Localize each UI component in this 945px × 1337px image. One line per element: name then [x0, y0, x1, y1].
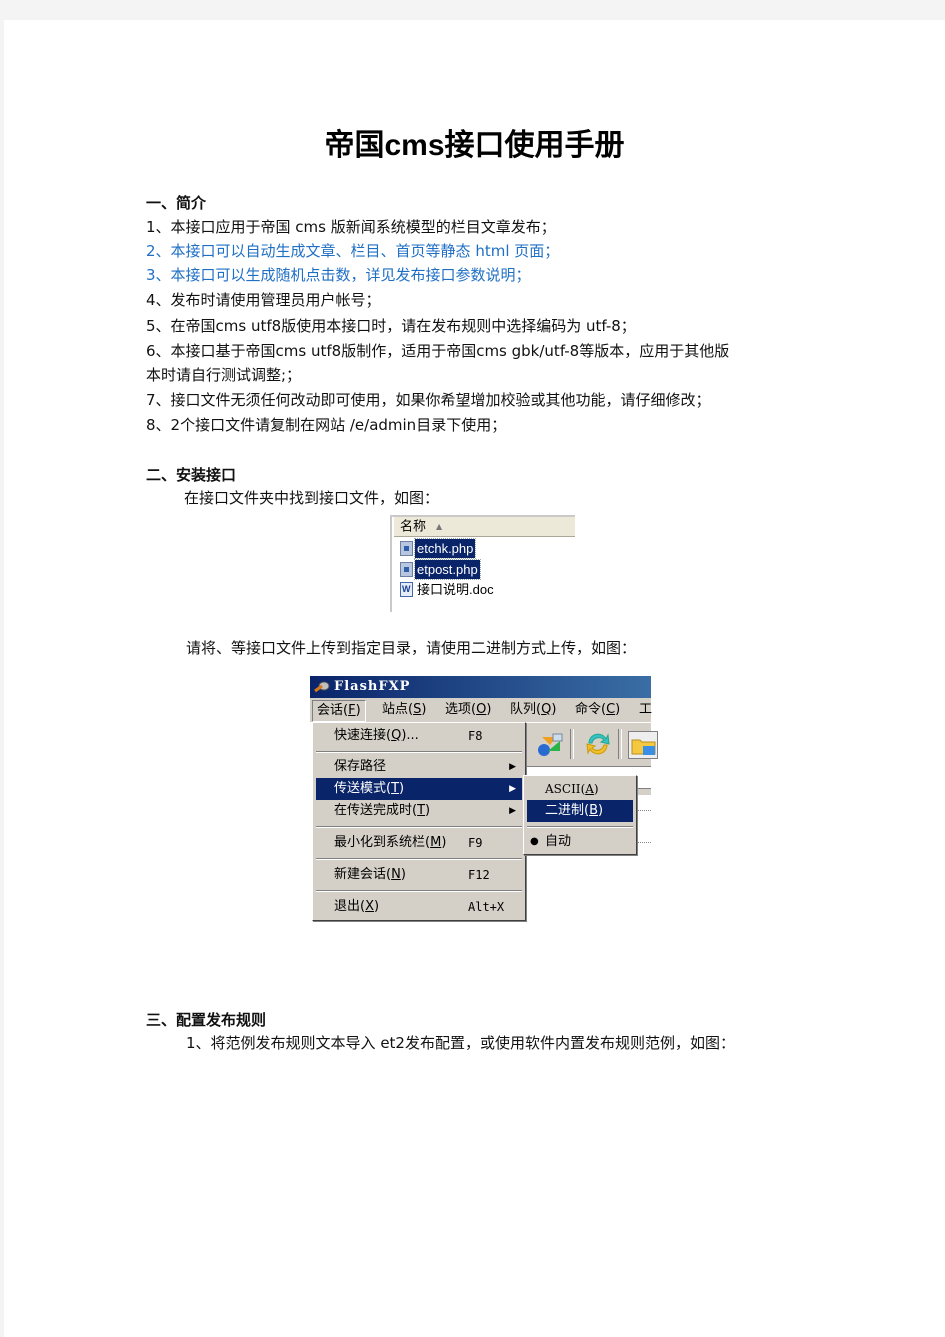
menubar: 会话(F) 站点(S) 选项(O) 队列(Q) 命令(C) 工 — [310, 698, 652, 722]
file-list-screenshot: 名称 ▲ etchk.php etpost.php 接口说明.doc — [390, 515, 575, 612]
install-paragraph-2: 请将、等接口文件上传到指定目录，请使用二进制方式上传，如图： — [186, 639, 637, 657]
php-file-icon — [400, 562, 413, 577]
menu-item-quick-connect[interactable]: 快速连接(Q)... F8 — [316, 725, 522, 747]
toolbar — [526, 722, 658, 767]
folder-icon[interactable] — [628, 731, 658, 759]
menu-item-exit[interactable]: 退出(X) Alt+X — [316, 896, 522, 918]
list-item: 2、本接口可以自动生成文章、栏目、首页等静态 html 页面； — [146, 242, 560, 260]
menu-item-new-session[interactable]: 新建会话(N) F12 — [316, 864, 522, 886]
menu-options[interactable]: 选项(O) — [441, 700, 495, 720]
divider — [638, 842, 651, 843]
word-doc-icon — [400, 582, 413, 597]
section-heading-install: 二、安装接口 — [146, 466, 237, 484]
section-heading-config: 三、配置发布规则 — [146, 1011, 267, 1029]
install-paragraph-1: 在接口文件夹中找到接口文件，如图： — [184, 489, 440, 507]
divider — [638, 810, 651, 811]
menu-commands[interactable]: 命令(C) — [571, 700, 624, 720]
list-item: 8、2个接口文件请复制在网站 /e/admin目录下使用； — [146, 416, 507, 434]
toolbar-separator — [570, 729, 574, 759]
menu-item-binary[interactable]: 二进制(B) — [527, 800, 633, 822]
list-item: 5、在帝国cms utf8版使用本接口时，请在发布规则中选择编码为 utf-8； — [146, 317, 636, 335]
config-paragraph-1: 1、将范例发布规则文本导入 et2发布配置，或使用软件内置发布规则范例，如图： — [186, 1034, 735, 1052]
list-item: 6、本接口基于帝国cms utf8版制作，适用于帝国cms gbk/utf-8等… — [146, 342, 730, 360]
menu-item-minimize-to-tray[interactable]: 最小化到系统栏(M) F9 — [316, 832, 522, 854]
menu-separator — [316, 890, 522, 892]
column-header-name: 名称 — [400, 519, 427, 535]
session-dropdown-menu: 快速连接(Q)... F8 保存路径 ▶ 传送模式(T) ▶ 在传送完成时(T)… — [312, 722, 526, 921]
transfer-icon[interactable] — [536, 731, 564, 757]
menu-item-save-path[interactable]: 保存路径 ▶ — [316, 756, 522, 778]
window-titlebar: FlashFXP — [310, 676, 651, 698]
submenu-arrow-icon: ▶ — [509, 806, 516, 816]
sort-ascending-icon: ▲ — [436, 522, 443, 531]
list-item: 7、接口文件无须任何改动即可使用，如果你希望增加校验或其他功能，请仔细修改； — [146, 391, 711, 409]
file-name: etpost.php — [414, 559, 481, 580]
file-name: etchk.php — [413, 538, 477, 559]
refresh-icon[interactable] — [584, 731, 612, 757]
list-item: 1、本接口应用于帝国 cms 版新闻系统模型的栏目文章发布； — [146, 218, 556, 236]
file-list-header[interactable]: 名称 ▲ — [394, 517, 575, 537]
section-heading-intro: 一、简介 — [146, 194, 207, 212]
submenu-arrow-icon: ▶ — [509, 784, 516, 794]
list-item: 4、发布时请使用管理员用户帐号； — [146, 291, 381, 309]
menu-item-ascii[interactable]: ASCII(A) — [527, 778, 633, 800]
menu-separator — [316, 826, 522, 828]
page-title: 帝国cms接口使用手册 — [324, 129, 625, 162]
menu-separator — [316, 751, 522, 753]
menu-item-auto[interactable]: ● 自动 — [527, 831, 633, 853]
menu-item-on-transfer-complete[interactable]: 在传送完成时(T) ▶ — [316, 800, 522, 822]
menu-queue[interactable]: 队列(Q) — [506, 700, 560, 720]
window-title: FlashFXP — [334, 679, 411, 694]
flashfxp-screenshot: FlashFXP 会话(F) 站点(S) 选项(O) 队列(Q) 命令(C) 工 — [310, 676, 658, 921]
list-item: 本时请自行测试调整;； — [146, 366, 302, 384]
menu-session[interactable]: 会话(F) — [312, 700, 366, 722]
toolbar-separator — [618, 729, 622, 759]
menu-tools[interactable]: 工 — [635, 700, 656, 720]
list-item: 3、本接口可以生成随机点击数，详见发布接口参数说明； — [146, 266, 531, 284]
php-file-icon — [400, 541, 413, 556]
transfer-mode-submenu: ASCII(A) 二进制(B) ● 自动 — [523, 775, 637, 855]
menu-sites[interactable]: 站点(S) — [378, 700, 430, 720]
menu-separator — [316, 858, 522, 860]
menu-item-transfer-mode[interactable]: 传送模式(T) ▶ — [316, 778, 522, 800]
file-name: 接口说明.doc — [417, 582, 494, 597]
radio-checked-icon: ● — [530, 836, 539, 847]
submenu-arrow-icon: ▶ — [509, 762, 516, 772]
flashfxp-logo-icon — [314, 681, 330, 693]
menu-separator — [527, 826, 633, 828]
